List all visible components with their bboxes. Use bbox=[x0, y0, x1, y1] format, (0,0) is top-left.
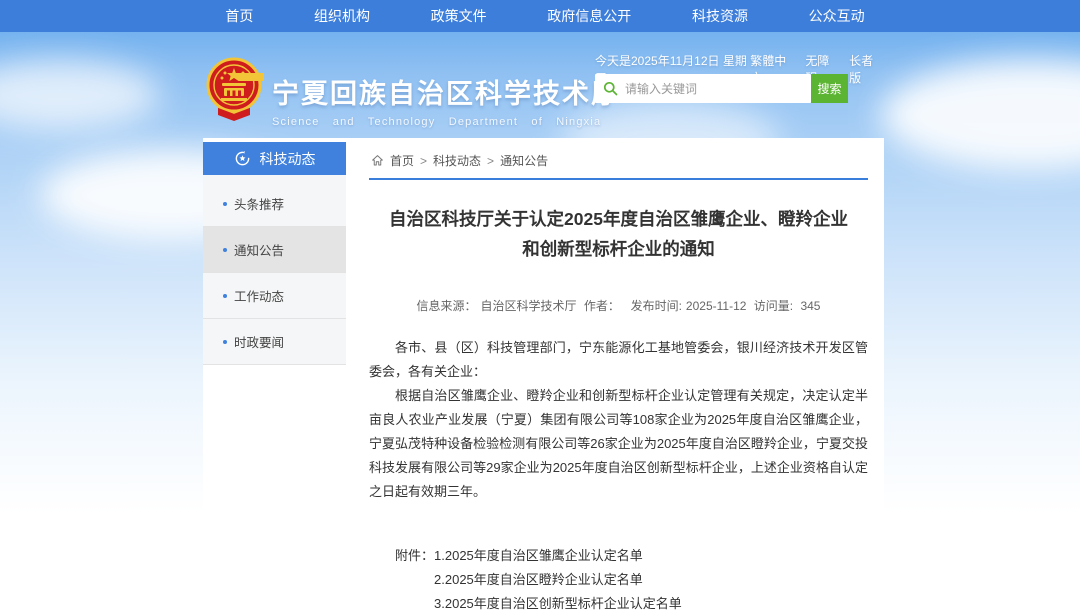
article-body: 各市、县（区）科技管理部门，宁东能源化工基地管委会，银川经济技术开发区管委会，各… bbox=[369, 336, 868, 504]
breadcrumb: 首页 > 科技动态 > 通知公告 bbox=[369, 144, 868, 180]
nav-item-sci-tech-resources[interactable]: 科技资源 bbox=[692, 6, 748, 26]
attachments-label: 附件： bbox=[395, 544, 434, 616]
attachment-link-3[interactable]: 3.2025年度自治区创新型标杆企业认定名单 bbox=[434, 592, 682, 616]
attachment-link-2[interactable]: 2.2025年度自治区瞪羚企业认定名单 bbox=[434, 568, 682, 592]
sidebar-item-political-news[interactable]: 时政要闻 bbox=[203, 319, 346, 365]
breadcrumb-separator: > bbox=[487, 154, 494, 168]
article-title-line2: 和创新型标杆企业的通知 bbox=[369, 235, 868, 265]
sidebar-item-headlines[interactable]: 头条推荐 bbox=[203, 181, 346, 227]
meta-visits-label: 访问量: bbox=[754, 299, 793, 313]
bullet-dot bbox=[223, 248, 227, 252]
meta-visits-value: 345 bbox=[800, 299, 820, 313]
attachment-link-1[interactable]: 1.2025年度自治区雏鹰企业认定名单 bbox=[434, 544, 682, 568]
sidebar-menu: 头条推荐 通知公告 工作动态 时政要闻 bbox=[203, 175, 346, 365]
meta-source-label: 信息来源： bbox=[417, 299, 477, 313]
nav-item-gov-info-disclosure[interactable]: 政府信息公开 bbox=[547, 6, 631, 26]
sidebar-item-notices[interactable]: 通知公告 bbox=[203, 227, 346, 273]
sidebar-item-label: 时政要闻 bbox=[234, 332, 284, 351]
meta-pubdate-label: 发布时间: bbox=[631, 299, 682, 313]
sidebar-header: 科技动态 bbox=[203, 142, 346, 175]
meta-author-label: 作者： bbox=[584, 299, 620, 313]
article-meta: 信息来源： 自治区科学技术厅 作者： 发布时间: 2025-11-12 访问量: 3… bbox=[369, 297, 868, 314]
nav-item-public-interaction[interactable]: 公众互动 bbox=[809, 6, 865, 26]
sidebar-item-work-updates[interactable]: 工作动态 bbox=[203, 273, 346, 319]
nav-item-home[interactable]: 首页 bbox=[225, 6, 253, 26]
search-bar: 搜索 bbox=[595, 74, 848, 103]
breadcrumb-separator: > bbox=[420, 154, 427, 168]
content-panel: 科技动态 头条推荐 通知公告 工作动态 时政要闻 bbox=[203, 138, 884, 513]
bullet-dot bbox=[223, 340, 227, 344]
elder-version-link[interactable]: 长者版 bbox=[849, 52, 883, 86]
bullet-dot bbox=[223, 202, 227, 206]
star-circle-icon bbox=[234, 150, 251, 167]
top-nav-bar: 首页 组织机构 政策文件 政府信息公开 科技资源 公众互动 bbox=[0, 0, 1080, 32]
breadcrumb-home[interactable]: 首页 bbox=[390, 152, 414, 169]
site-title: 宁夏回族自治区科学技术厅 bbox=[272, 72, 620, 111]
article-title-line1: 自治区科技厅关于认定2025年度自治区雏鹰企业、瞪羚企业 bbox=[369, 205, 868, 235]
article-paragraph: 根据自治区雏鹰企业、瞪羚企业和创新型标杆企业认定管理有关规定，决定认定半亩良人农… bbox=[369, 384, 868, 504]
search-input[interactable] bbox=[625, 82, 803, 96]
search-button[interactable]: 搜索 bbox=[811, 74, 848, 103]
sidebar-item-label: 头条推荐 bbox=[234, 194, 284, 213]
sidebar-item-label: 通知公告 bbox=[234, 240, 284, 259]
bullet-dot bbox=[223, 294, 227, 298]
site-branding: 宁夏回族自治区科学技术厅 Science and Technology Depa… bbox=[272, 72, 620, 128]
nav-item-organization[interactable]: 组织机构 bbox=[314, 6, 370, 26]
sidebar-title: 科技动态 bbox=[260, 149, 316, 169]
sidebar-item-label: 工作动态 bbox=[234, 286, 284, 305]
site-subtitle-english: Science and Technology Department of Nin… bbox=[272, 116, 620, 128]
meta-source-value: 自治区科学技术厅 bbox=[481, 299, 577, 313]
national-emblem-logo bbox=[204, 57, 264, 128]
search-box[interactable] bbox=[595, 74, 811, 103]
main-content: 首页 > 科技动态 > 通知公告 自治区科技厅关于认定2025年度自治区雏鹰企业… bbox=[363, 138, 884, 616]
sidebar: 科技动态 头条推荐 通知公告 工作动态 时政要闻 bbox=[203, 142, 346, 365]
attachments-section: 附件： 1.2025年度自治区雏鹰企业认定名单 2.2025年度自治区瞪羚企业认… bbox=[395, 544, 868, 616]
home-icon bbox=[371, 154, 384, 167]
attachments-list: 1.2025年度自治区雏鹰企业认定名单 2.2025年度自治区瞪羚企业认定名单 … bbox=[434, 544, 682, 616]
breadcrumb-sci-tech-news[interactable]: 科技动态 bbox=[433, 152, 481, 169]
nav-item-policy-documents[interactable]: 政策文件 bbox=[431, 6, 487, 26]
article-paragraph: 各市、县（区）科技管理部门，宁东能源化工基地管委会，银川经济技术开发区管委会，各… bbox=[369, 336, 868, 384]
breadcrumb-notices[interactable]: 通知公告 bbox=[500, 152, 548, 169]
search-icon bbox=[603, 81, 618, 96]
emblem-icon bbox=[204, 57, 264, 123]
article-title: 自治区科技厅关于认定2025年度自治区雏鹰企业、瞪羚企业 和创新型标杆企业的通知 bbox=[369, 205, 868, 265]
meta-pubdate-value: 2025-11-12 bbox=[686, 299, 747, 313]
